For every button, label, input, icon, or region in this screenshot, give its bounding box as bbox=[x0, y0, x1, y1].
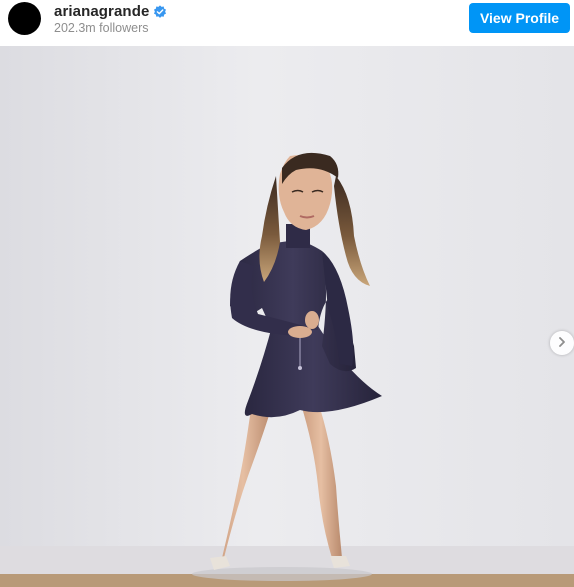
view-profile-button[interactable]: View Profile bbox=[469, 3, 570, 33]
chevron-right-icon bbox=[557, 334, 567, 352]
post-photo[interactable] bbox=[0, 46, 574, 587]
post-header: arianagrande 202.3m followers View Profi… bbox=[0, 0, 574, 46]
follower-count: 202.3m followers bbox=[54, 21, 149, 35]
avatar[interactable] bbox=[8, 2, 41, 35]
username-link[interactable]: arianagrande bbox=[54, 3, 149, 20]
verified-badge-icon bbox=[153, 4, 167, 19]
username-row: arianagrande bbox=[54, 3, 167, 20]
next-photo-button[interactable] bbox=[550, 331, 574, 355]
